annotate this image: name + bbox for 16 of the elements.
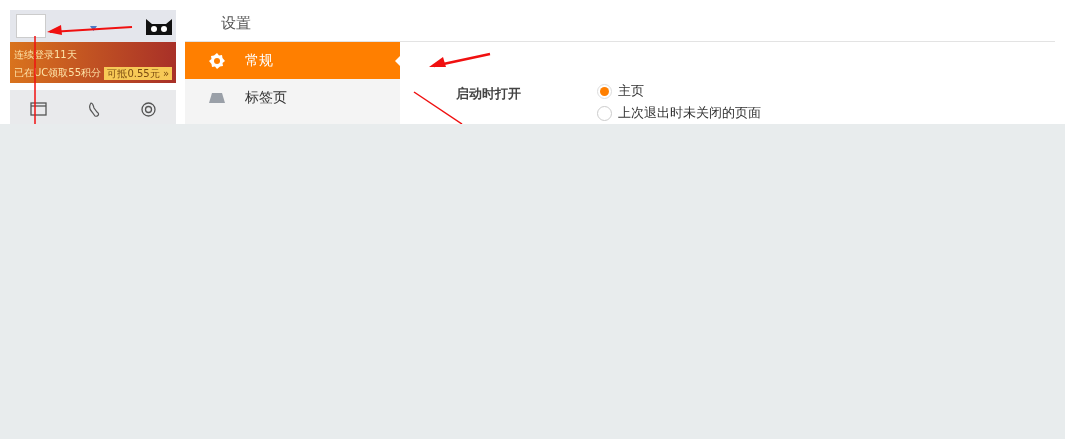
banner-text: 连续登录11天 (14, 48, 78, 62)
tab-icon (209, 92, 225, 103)
reward-button[interactable]: 可抵0.55元 » (104, 66, 172, 80)
cat-face-icon (144, 17, 174, 35)
banner-text: 已在UC领取55积分 (14, 66, 102, 80)
gear-icon (209, 52, 225, 69)
caret-icon (90, 25, 97, 31)
sidebar-item[interactable]: 标签页 (185, 79, 400, 116)
search-icon[interactable] (140, 101, 156, 117)
radio-option[interactable]: 主页 (597, 80, 644, 102)
setting-label: 启动时打开 (456, 85, 522, 103)
footprint-icon[interactable] (88, 101, 100, 117)
annotation-arrow (429, 52, 491, 68)
window-icon[interactable] (30, 102, 48, 116)
radio-option[interactable]: 上次退出时未关闭的页面 (597, 102, 761, 124)
page-title: 设置 (221, 14, 251, 32)
